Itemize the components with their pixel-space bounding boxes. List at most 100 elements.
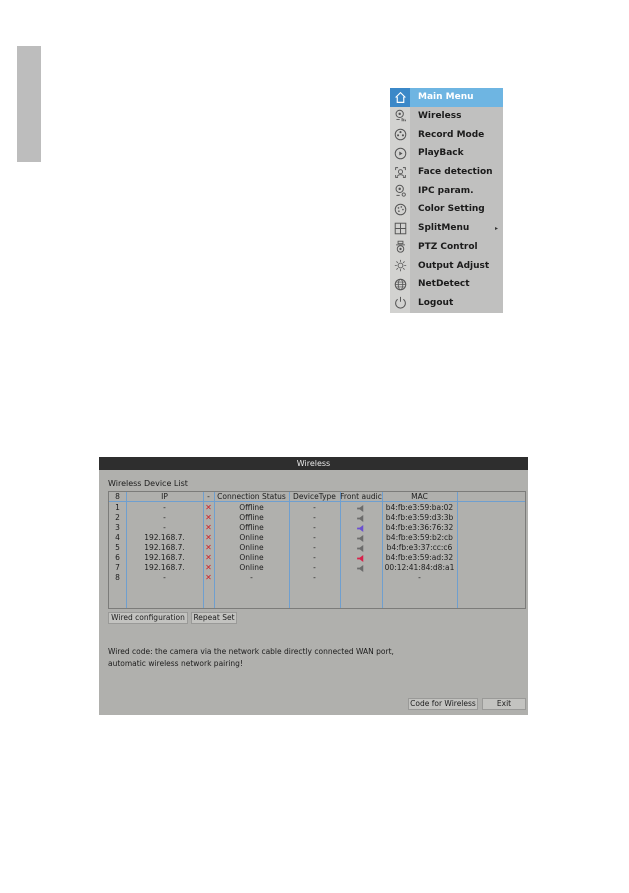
delete-icon[interactable]: ✕ [203, 523, 214, 533]
connection-status-cell: Offline [239, 503, 264, 512]
grid-icon [390, 219, 410, 238]
connection-status-cell: Online [239, 543, 264, 552]
connection-status-cell: Offline [239, 523, 264, 532]
mac-cell: b4:fb:e3:59:ba:02 [385, 503, 454, 512]
delete-icon[interactable]: ✕ [203, 563, 214, 573]
menu-item-ipc-param[interactable]: IPC param. [390, 182, 503, 201]
main-menu: Main Menu Wireless Record Mode PlayBack Face… [390, 88, 503, 313]
menu-item-wireless[interactable]: Wireless [390, 107, 503, 126]
wireless-camera-icon [390, 107, 410, 126]
row-number: 6 [115, 553, 120, 562]
menu-item-logout[interactable]: Logout [390, 294, 503, 313]
mac-cell: b4:fb:e3:59:ad:32 [385, 553, 454, 562]
menu-item-face-detection[interactable]: Face detection [390, 163, 503, 182]
front-audio-icon[interactable] [340, 563, 382, 573]
submenu-arrow-icon: ▸ [494, 224, 498, 232]
connection-status-cell: Offline [239, 513, 264, 522]
menu-item-record-mode[interactable]: Record Mode [390, 125, 503, 144]
row-number: 3 [115, 523, 120, 532]
device-type-cell: - [313, 513, 316, 522]
wireless-device-table: 8 IP - Connection Status DeviceType Fron… [108, 491, 526, 609]
row-number: 8 [115, 573, 120, 582]
menu-item-label: NetDetect [418, 279, 470, 290]
wired-configuration-button[interactable]: Wired configuration [108, 612, 188, 624]
play-icon [390, 144, 410, 163]
menu-item-playback[interactable]: PlayBack [390, 144, 503, 163]
row-number: 7 [115, 563, 120, 572]
device-type-cell: - [313, 533, 316, 542]
row-number: 4 [115, 533, 120, 542]
dialog-title: Wireless [99, 457, 528, 470]
ip-cell: - [163, 513, 166, 522]
menu-item-netdetect[interactable]: NetDetect [390, 275, 503, 294]
front-audio-icon[interactable] [340, 503, 382, 513]
mac-cell: b4:fb:e3:36:76:32 [385, 523, 454, 532]
delete-icon[interactable]: ✕ [203, 513, 214, 523]
menu-item-main-menu[interactable]: Main Menu [390, 88, 503, 107]
palette-icon [390, 200, 410, 219]
menu-item-ptz-control[interactable]: PTZ Control [390, 238, 503, 257]
menu-item-label: IPC param. [418, 185, 474, 196]
front-audio-icon[interactable] [340, 543, 382, 553]
ip-cell: 192.168.7. [144, 563, 185, 572]
device-type-cell: - [313, 523, 316, 532]
menu-item-label: PTZ Control [418, 241, 478, 252]
ip-cell: 192.168.7. [144, 543, 185, 552]
repeat-set-button[interactable]: Repeat Set [191, 612, 237, 624]
mac-cell: 00:12:41:84:d8:a1 [384, 563, 455, 572]
front-audio-icon[interactable] [340, 523, 382, 533]
delete-icon[interactable]: ✕ [203, 573, 214, 583]
home-icon [390, 88, 410, 107]
ip-cell: - [163, 523, 166, 532]
menu-item-output-adjust[interactable]: Output Adjust [390, 256, 503, 275]
wired-code-note: Wired code: the camera via the network c… [108, 647, 394, 668]
menu-item-label: Output Adjust [418, 260, 490, 271]
ptz-camera-icon [390, 238, 410, 257]
device-type-cell: - [313, 563, 316, 572]
exit-button[interactable]: Exit [482, 698, 526, 710]
front-audio-icon[interactable] [340, 513, 382, 523]
mac-cell: b4:fb:e3:59:b2:cb [386, 533, 453, 542]
side-tab-marker [17, 46, 41, 162]
delete-icon[interactable]: ✕ [203, 543, 214, 553]
menu-item-label: Record Mode [418, 129, 485, 140]
menu-item-splitmenu[interactable]: SplitMenu ▸ [390, 219, 503, 238]
delete-icon[interactable]: ✕ [203, 533, 214, 543]
device-type-cell: - [313, 573, 316, 582]
delete-icon[interactable]: ✕ [203, 553, 214, 563]
code-for-wireless-button[interactable]: Code for Wireless [408, 698, 478, 710]
device-type-cell: - [313, 543, 316, 552]
menu-item-label: SplitMenu [418, 223, 470, 234]
col-header-device-type: DeviceType [293, 492, 336, 501]
menu-item-color-setting[interactable]: Color Setting [390, 200, 503, 219]
ipc-camera-icon [390, 182, 410, 201]
front-audio-icon[interactable] [340, 553, 382, 563]
menu-item-label: Color Setting [418, 204, 485, 215]
ip-cell: - [163, 573, 166, 582]
col-header-mac: MAC [411, 492, 428, 501]
menu-item-label: PlayBack [418, 148, 464, 159]
power-icon [390, 294, 410, 313]
connection-status-cell: Online [239, 563, 264, 572]
menu-item-label: Wireless [418, 110, 462, 121]
record-reel-icon [390, 125, 410, 144]
front-audio-icon[interactable] [340, 533, 382, 543]
col-header-delete: - [207, 492, 210, 501]
globe-icon [390, 275, 410, 294]
connection-status-cell: - [250, 573, 253, 582]
row-number: 2 [115, 513, 120, 522]
delete-icon[interactable]: ✕ [203, 503, 214, 513]
brightness-icon [390, 256, 410, 275]
menu-item-label: Main Menu [418, 92, 474, 103]
ip-cell: - [163, 503, 166, 512]
mac-cell: - [418, 573, 421, 582]
device-type-cell: - [313, 503, 316, 512]
mac-cell: b4:fb:e3:59:d3:3b [385, 513, 454, 522]
row-number: 1 [115, 503, 120, 512]
col-header-connection-status: Connection Status [217, 492, 286, 501]
menu-item-label: Logout [418, 297, 454, 308]
mac-cell: b4:fb:e3:37:cc:c6 [386, 543, 453, 552]
face-detection-icon [390, 163, 410, 182]
connection-status-cell: Online [239, 553, 264, 562]
col-header-ip: IP [161, 492, 168, 501]
